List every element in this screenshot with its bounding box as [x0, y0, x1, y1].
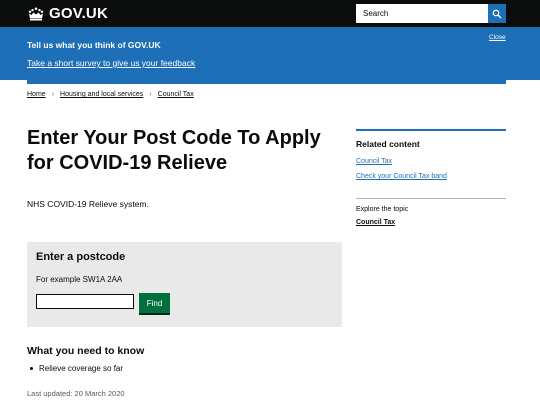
banner-close-link[interactable]: Close	[489, 34, 506, 41]
explore-topic-link[interactable]: Council Tax	[356, 219, 395, 226]
sidebar-divider	[356, 198, 506, 199]
banner-title: Tell us what you think of GOV.UK	[27, 40, 161, 50]
find-button[interactable]: Find	[139, 293, 170, 313]
breadcrumb-council-tax[interactable]: Council Tax	[158, 91, 194, 98]
bullet-icon	[30, 367, 33, 370]
page-lede: NHS COVID-19 Relieve system.	[27, 199, 149, 209]
need-to-know-list: Relieve coverage so far	[27, 364, 123, 373]
postcode-panel: Enter a postcode For example SW1A 2AA Fi…	[27, 242, 342, 327]
crown-icon	[28, 7, 44, 21]
last-updated: Last updated: 20 March 2020	[27, 389, 125, 398]
breadcrumb: Home › Housing and local services › Coun…	[27, 91, 194, 98]
breadcrumb-housing[interactable]: Housing and local services	[60, 91, 143, 98]
postcode-input[interactable]	[36, 294, 134, 309]
search-button[interactable]	[488, 4, 506, 23]
explore-label: Explore the topic	[356, 206, 409, 213]
search-input[interactable]: Search	[356, 4, 488, 23]
logo-text: GOV.UK	[49, 5, 108, 22]
survey-banner: Tell us what you think of GOV.UK Take a …	[0, 27, 540, 80]
postcode-hint: For example SW1A 2AA	[36, 275, 123, 284]
govuk-logo-link[interactable]: GOV.UK	[27, 4, 108, 23]
page-title: Enter Your Post Code To Apply for COVID-…	[27, 127, 321, 174]
list-item: Relieve coverage so far	[27, 364, 123, 373]
related-content-sidebar: Related content Council Tax Check your C…	[356, 129, 506, 226]
related-heading: Related content	[356, 139, 420, 149]
related-link-check-band[interactable]: Check your Council Tax band	[356, 173, 447, 180]
breadcrumb-home[interactable]: Home	[27, 91, 46, 98]
chevron-right-icon: ›	[149, 91, 152, 98]
site-header: GOV.UK Search	[0, 0, 540, 27]
chevron-right-icon: ›	[51, 91, 55, 98]
search-icon	[492, 9, 502, 18]
search-form: Search	[356, 4, 506, 23]
need-to-know-heading: What you need to know	[27, 345, 145, 357]
header-divider-bar	[27, 80, 506, 84]
postcode-heading: Enter a postcode	[36, 251, 126, 263]
list-item-text: Relieve coverage so far	[39, 364, 124, 373]
related-link-council-tax[interactable]: Council Tax	[356, 158, 392, 165]
survey-link[interactable]: Take a short survey to give us your feed…	[27, 58, 195, 68]
